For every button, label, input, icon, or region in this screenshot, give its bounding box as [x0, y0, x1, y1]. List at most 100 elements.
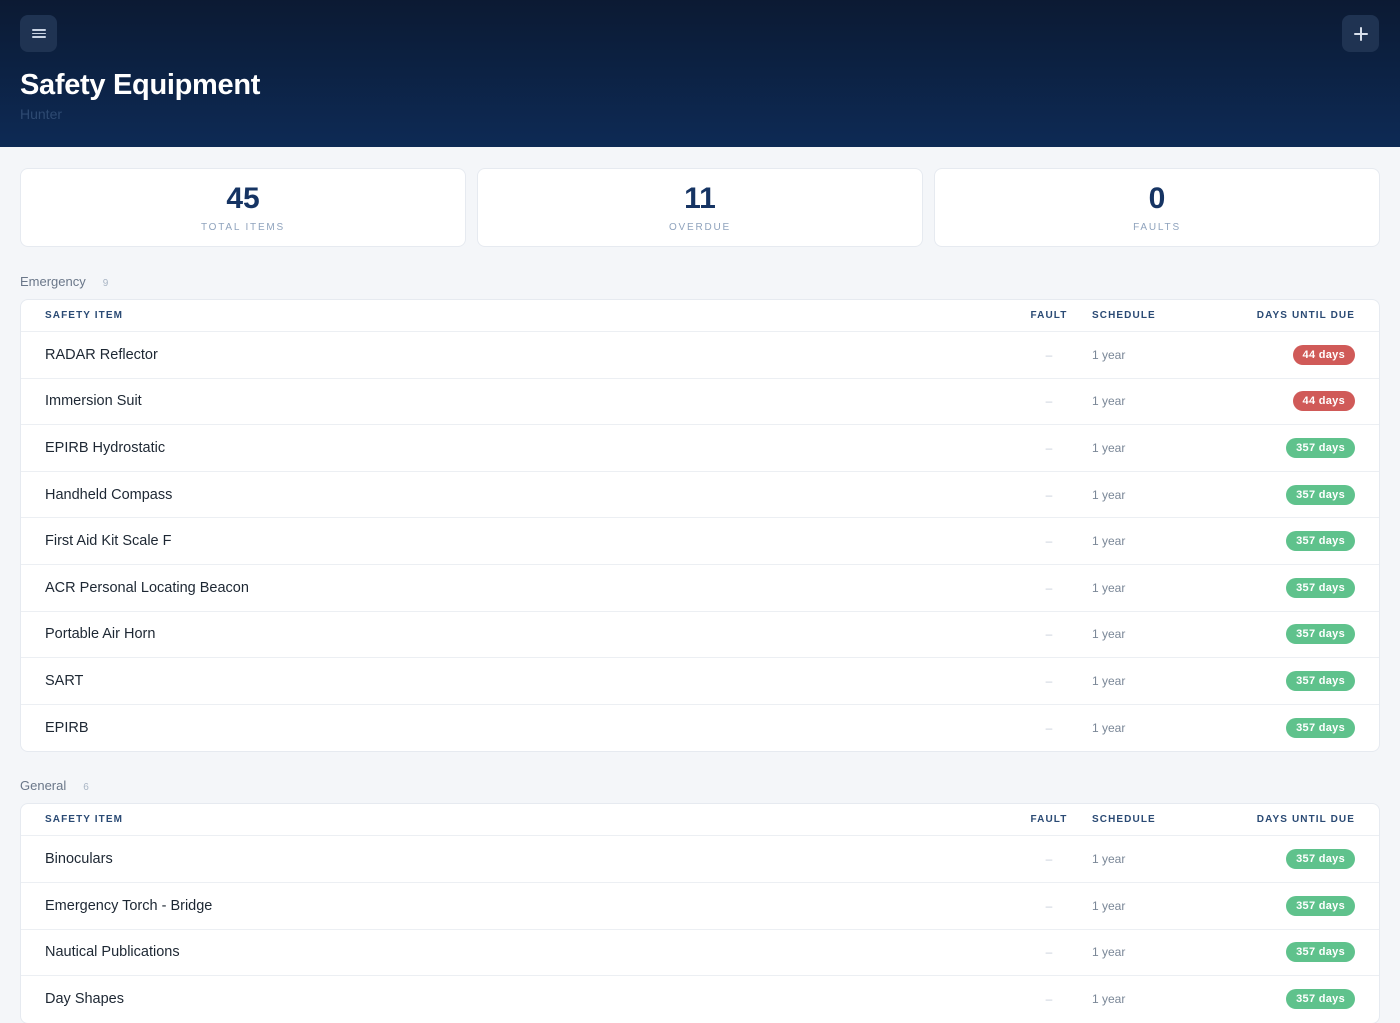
column-header-fault[interactable]: FAULT	[1029, 814, 1069, 825]
item-name: EPIRB	[45, 720, 89, 737]
equipment-table: SAFETY ITEM FAULT SCHEDULE DAYS UNTIL DUE RA…	[20, 299, 1380, 753]
item-name: RADAR Reflector	[45, 346, 158, 363]
table-row[interactable]: RADAR Reflector – 1 year 44 days	[21, 332, 1379, 379]
item-name: Handheld Compass	[45, 486, 173, 503]
table-row[interactable]: EPIRB – 1 year 357 days	[21, 705, 1379, 752]
plus-icon	[1353, 26, 1368, 41]
fault-value: –	[1045, 898, 1053, 913]
table-row[interactable]: Emergency Torch - Bridge – 1 year 357 days	[21, 883, 1379, 930]
days-cell: 44 days	[1219, 391, 1379, 412]
item-name: Portable Air Horn	[45, 626, 156, 643]
days-badge: 357 days	[1286, 577, 1355, 598]
table-row[interactable]: First Aid Kit Scale F – 1 year 357 days	[21, 518, 1379, 565]
fault-value: –	[1045, 534, 1053, 549]
table-row[interactable]: EPIRB Hydrostatic – 1 year 357 days	[21, 425, 1379, 472]
table-row[interactable]: Day Shapes – 1 year 357 days	[21, 976, 1379, 1023]
days-cell: 357 days	[1219, 895, 1379, 916]
days-cell: 357 days	[1219, 437, 1379, 458]
menu-button[interactable]	[20, 15, 57, 52]
days-badge: 357 days	[1286, 484, 1355, 505]
stat-overdue: 11 OVERDUE	[477, 168, 923, 247]
add-item-button[interactable]	[1342, 15, 1379, 52]
schedule-value: 1 year	[1092, 394, 1126, 409]
days-badge: 357 days	[1286, 942, 1355, 963]
schedule-value: 1 year	[1092, 945, 1126, 960]
schedule-value: 1 year	[1092, 534, 1126, 549]
column-header-item[interactable]: SAFETY ITEM	[21, 310, 1029, 321]
column-header-days[interactable]: DAYS UNTIL DUE	[1219, 814, 1379, 825]
table-row[interactable]: ACR Personal Locating Beacon – 1 year 357 d…	[21, 565, 1379, 612]
schedule-value: 1 year	[1092, 898, 1126, 913]
item-name: First Aid Kit Scale F	[45, 533, 172, 550]
table-row[interactable]: Binoculars – 1 year 357 days	[21, 836, 1379, 883]
fault-value: –	[1045, 487, 1053, 502]
menu-icon	[31, 29, 46, 38]
stats-bar: 45 TOTAL ITEMS 11 OVERDUE 0 FAULTS	[0, 147, 1400, 247]
fault-value: –	[1045, 721, 1053, 736]
days-badge: 357 days	[1286, 989, 1355, 1010]
equipment-sections: Emergency 9 SAFETY ITEM FAULT SCHEDULE DAYS U…	[0, 247, 1400, 1023]
schedule-value: 1 year	[1092, 580, 1126, 595]
fault-value: –	[1045, 394, 1053, 409]
stat-value: 11	[684, 181, 716, 215]
days-cell: 357 days	[1219, 849, 1379, 870]
fault-value: –	[1045, 627, 1053, 642]
schedule-value: 1 year	[1092, 487, 1126, 502]
column-header-schedule[interactable]: SCHEDULE	[1069, 310, 1219, 321]
days-badge: 357 days	[1286, 437, 1355, 458]
days-cell: 357 days	[1219, 718, 1379, 739]
days-cell: 357 days	[1219, 531, 1379, 552]
schedule-value: 1 year	[1092, 440, 1126, 455]
section-header: General 6	[20, 752, 1380, 803]
table-header: SAFETY ITEM FAULT SCHEDULE DAYS UNTIL DUE	[21, 300, 1379, 332]
schedule-value: 1 year	[1092, 721, 1126, 736]
item-name: Emergency Torch - Bridge	[45, 897, 213, 914]
days-cell: 357 days	[1219, 989, 1379, 1010]
section-title: Emergency	[20, 274, 86, 289]
stat-value: 0	[1148, 181, 1166, 215]
table-row[interactable]: Nautical Publications – 1 year 357 days	[21, 930, 1379, 977]
days-badge: 357 days	[1286, 624, 1355, 645]
fault-value: –	[1045, 992, 1053, 1007]
column-header-days[interactable]: DAYS UNTIL DUE	[1219, 310, 1379, 321]
stat-total-items: 45 TOTAL ITEMS	[20, 168, 466, 247]
days-cell: 357 days	[1219, 577, 1379, 598]
stat-label: TOTAL ITEMS	[200, 221, 286, 233]
stat-faults: 0 FAULTS	[934, 168, 1380, 247]
days-cell: 357 days	[1219, 670, 1379, 691]
section-general: General 6 SAFETY ITEM FAULT SCHEDULE DAYS UNT…	[0, 752, 1400, 1023]
table-row[interactable]: Portable Air Horn – 1 year 357 days	[21, 612, 1379, 659]
table-row[interactable]: SART – 1 year 357 days	[21, 658, 1379, 705]
fault-value: –	[1045, 580, 1053, 595]
equipment-table: SAFETY ITEM FAULT SCHEDULE DAYS UNTIL DUE Bi…	[20, 803, 1380, 1023]
schedule-value: 1 year	[1092, 347, 1126, 362]
section-title: General	[20, 778, 67, 794]
table-header: SAFETY ITEM FAULT SCHEDULE DAYS UNTIL DUE	[21, 804, 1379, 837]
schedule-value: 1 year	[1092, 992, 1126, 1007]
item-name: SART	[45, 672, 84, 689]
column-header-schedule[interactable]: SCHEDULE	[1069, 814, 1219, 825]
fault-value: –	[1045, 347, 1053, 362]
section-count: 6	[83, 782, 89, 794]
column-header-fault[interactable]: FAULT	[1029, 310, 1069, 321]
page-title: Safety Equipment	[20, 69, 261, 101]
stat-label: FAULTS	[1133, 221, 1181, 233]
days-badge: 44 days	[1292, 391, 1355, 412]
days-badge: 357 days	[1286, 849, 1355, 870]
fault-value: –	[1045, 673, 1053, 688]
days-badge: 357 days	[1286, 531, 1355, 552]
days-cell: 357 days	[1219, 942, 1379, 963]
schedule-value: 1 year	[1092, 673, 1126, 688]
table-row[interactable]: Handheld Compass – 1 year 357 days	[21, 472, 1379, 519]
days-cell: 357 days	[1219, 484, 1379, 505]
stat-label: OVERDUE	[668, 221, 732, 233]
days-badge: 357 days	[1286, 670, 1355, 691]
table-row[interactable]: Immersion Suit – 1 year 44 days	[21, 379, 1379, 426]
days-cell: 44 days	[1219, 344, 1379, 365]
page-header: Safety Equipment Hunter	[0, 0, 1400, 147]
item-name: Nautical Publications	[45, 944, 180, 961]
column-header-item[interactable]: SAFETY ITEM	[21, 814, 1029, 825]
vessel-name: Hunter	[20, 106, 63, 122]
days-badge: 357 days	[1286, 895, 1355, 916]
days-badge: 357 days	[1286, 718, 1355, 739]
